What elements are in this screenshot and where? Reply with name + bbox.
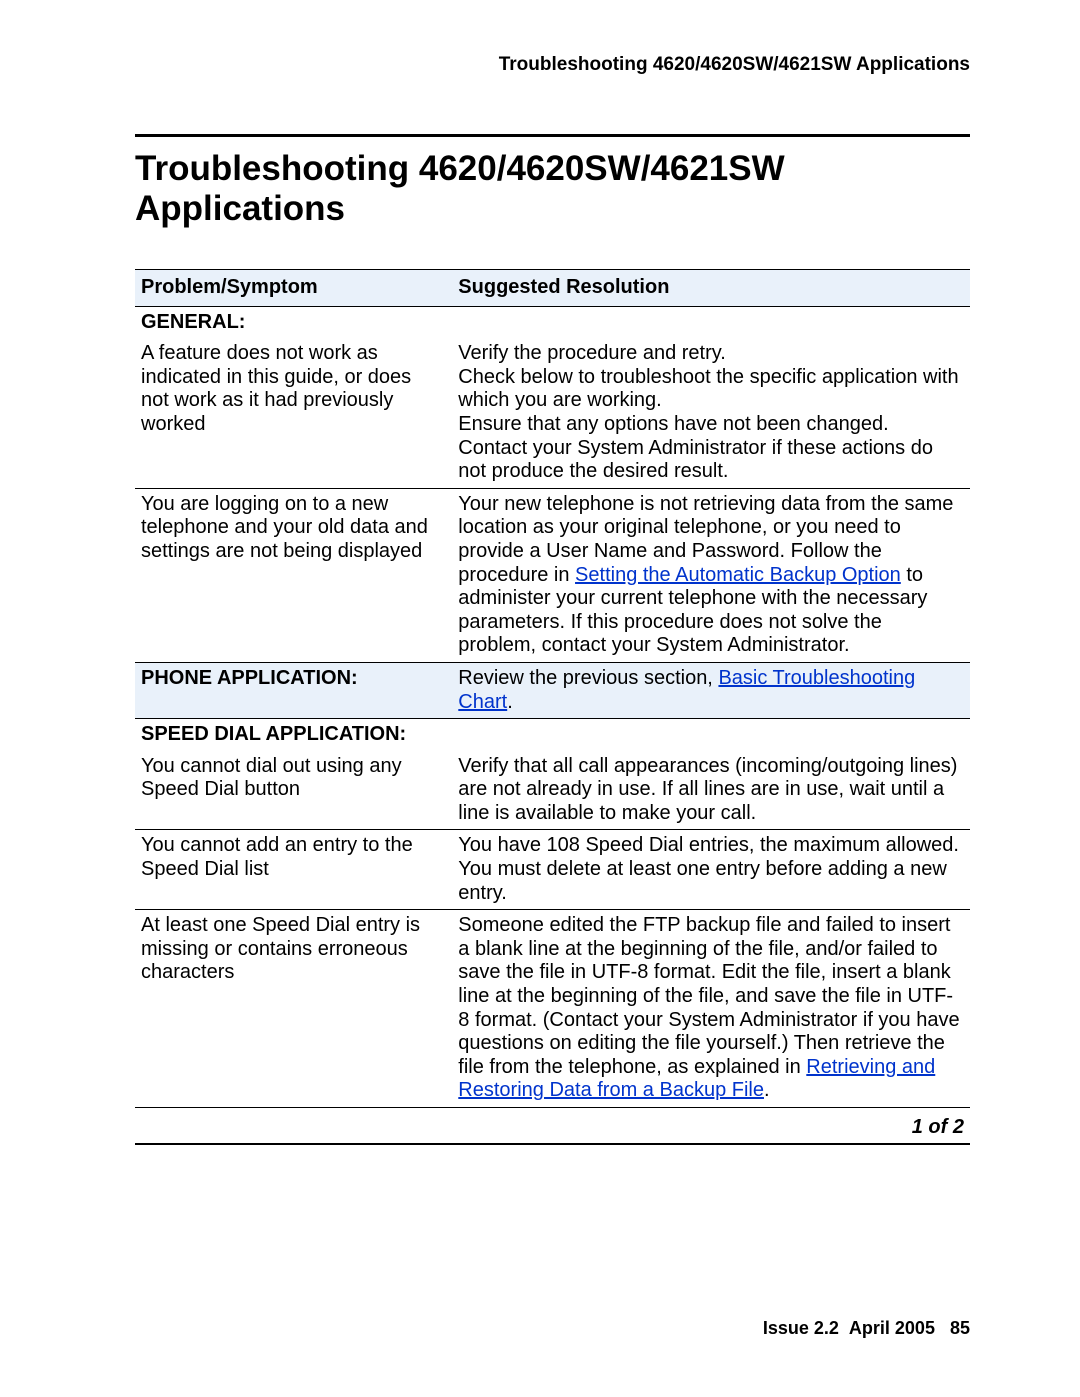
problem-cell: You cannot add an entry to the Speed Dia… xyxy=(135,830,452,910)
problem-cell: You cannot dial out using any Speed Dial… xyxy=(135,751,452,830)
section-general: GENERAL: xyxy=(135,306,970,338)
troubleshooting-table: Problem/Symptom Suggested Resolution GEN… xyxy=(135,269,970,1108)
col-problem-header: Problem/Symptom xyxy=(135,270,452,307)
resolution-text: Someone edited the FTP backup file and f… xyxy=(458,914,959,1078)
table-row: You cannot add an entry to the Speed Dia… xyxy=(135,830,970,910)
section-phone: PHONE APPLICATION: Review the previous s… xyxy=(135,662,970,718)
empty-cell xyxy=(452,306,970,338)
resolution-cell: Your new telephone is not retrieving dat… xyxy=(452,488,970,662)
section-phone-label: PHONE APPLICATION: xyxy=(135,662,452,718)
running-header: Troubleshooting 4620/4620SW/4621SW Appli… xyxy=(135,54,970,76)
page-footer: Issue 2.2 April 2005 85 xyxy=(763,1318,970,1339)
resolution-text: . xyxy=(764,1079,770,1101)
link-automatic-backup[interactable]: Setting the Automatic Backup Option xyxy=(575,564,901,586)
page-title: Troubleshooting 4620/4620SW/4621SW Appli… xyxy=(135,149,970,229)
resolution-text: Review the previous section, xyxy=(458,667,718,689)
resolution-cell: Someone edited the FTP backup file and f… xyxy=(452,910,970,1108)
page-container: Troubleshooting 4620/4620SW/4621SW Appli… xyxy=(0,0,1080,1397)
footer-page: 85 xyxy=(950,1318,970,1338)
problem-cell: A feature does not work as indicated in … xyxy=(135,338,452,488)
col-resolution-header: Suggested Resolution xyxy=(452,270,970,307)
table-row: You are logging on to a new telephone an… xyxy=(135,488,970,662)
resolution-cell: Verify the procedure and retry. Check be… xyxy=(452,338,970,488)
footer-issue: Issue 2.2 xyxy=(763,1318,839,1338)
resolution-cell: Verify that all call appearances (incomi… xyxy=(452,751,970,830)
resolution-cell: You have 108 Speed Dial entries, the max… xyxy=(452,830,970,910)
resolution-cell: Review the previous section, Basic Troub… xyxy=(452,662,970,718)
section-speed-dial: SPEED DIAL APPLICATION: xyxy=(135,719,970,751)
resolution-text: . xyxy=(507,691,513,713)
table-header-row: Problem/Symptom Suggested Resolution xyxy=(135,270,970,307)
section-general-label: GENERAL: xyxy=(135,306,452,338)
empty-cell xyxy=(452,719,970,751)
problem-cell: You are logging on to a new telephone an… xyxy=(135,488,452,662)
title-rule xyxy=(135,134,970,137)
table-row: A feature does not work as indicated in … xyxy=(135,338,970,488)
section-speed-label: SPEED DIAL APPLICATION: xyxy=(135,719,452,751)
table-row: You cannot dial out using any Speed Dial… xyxy=(135,751,970,830)
table-pager: 1 of 2 xyxy=(135,1108,970,1145)
footer-date: April 2005 xyxy=(849,1318,935,1338)
table-row: At least one Speed Dial entry is missing… xyxy=(135,910,970,1108)
problem-cell: At least one Speed Dial entry is missing… xyxy=(135,910,452,1108)
